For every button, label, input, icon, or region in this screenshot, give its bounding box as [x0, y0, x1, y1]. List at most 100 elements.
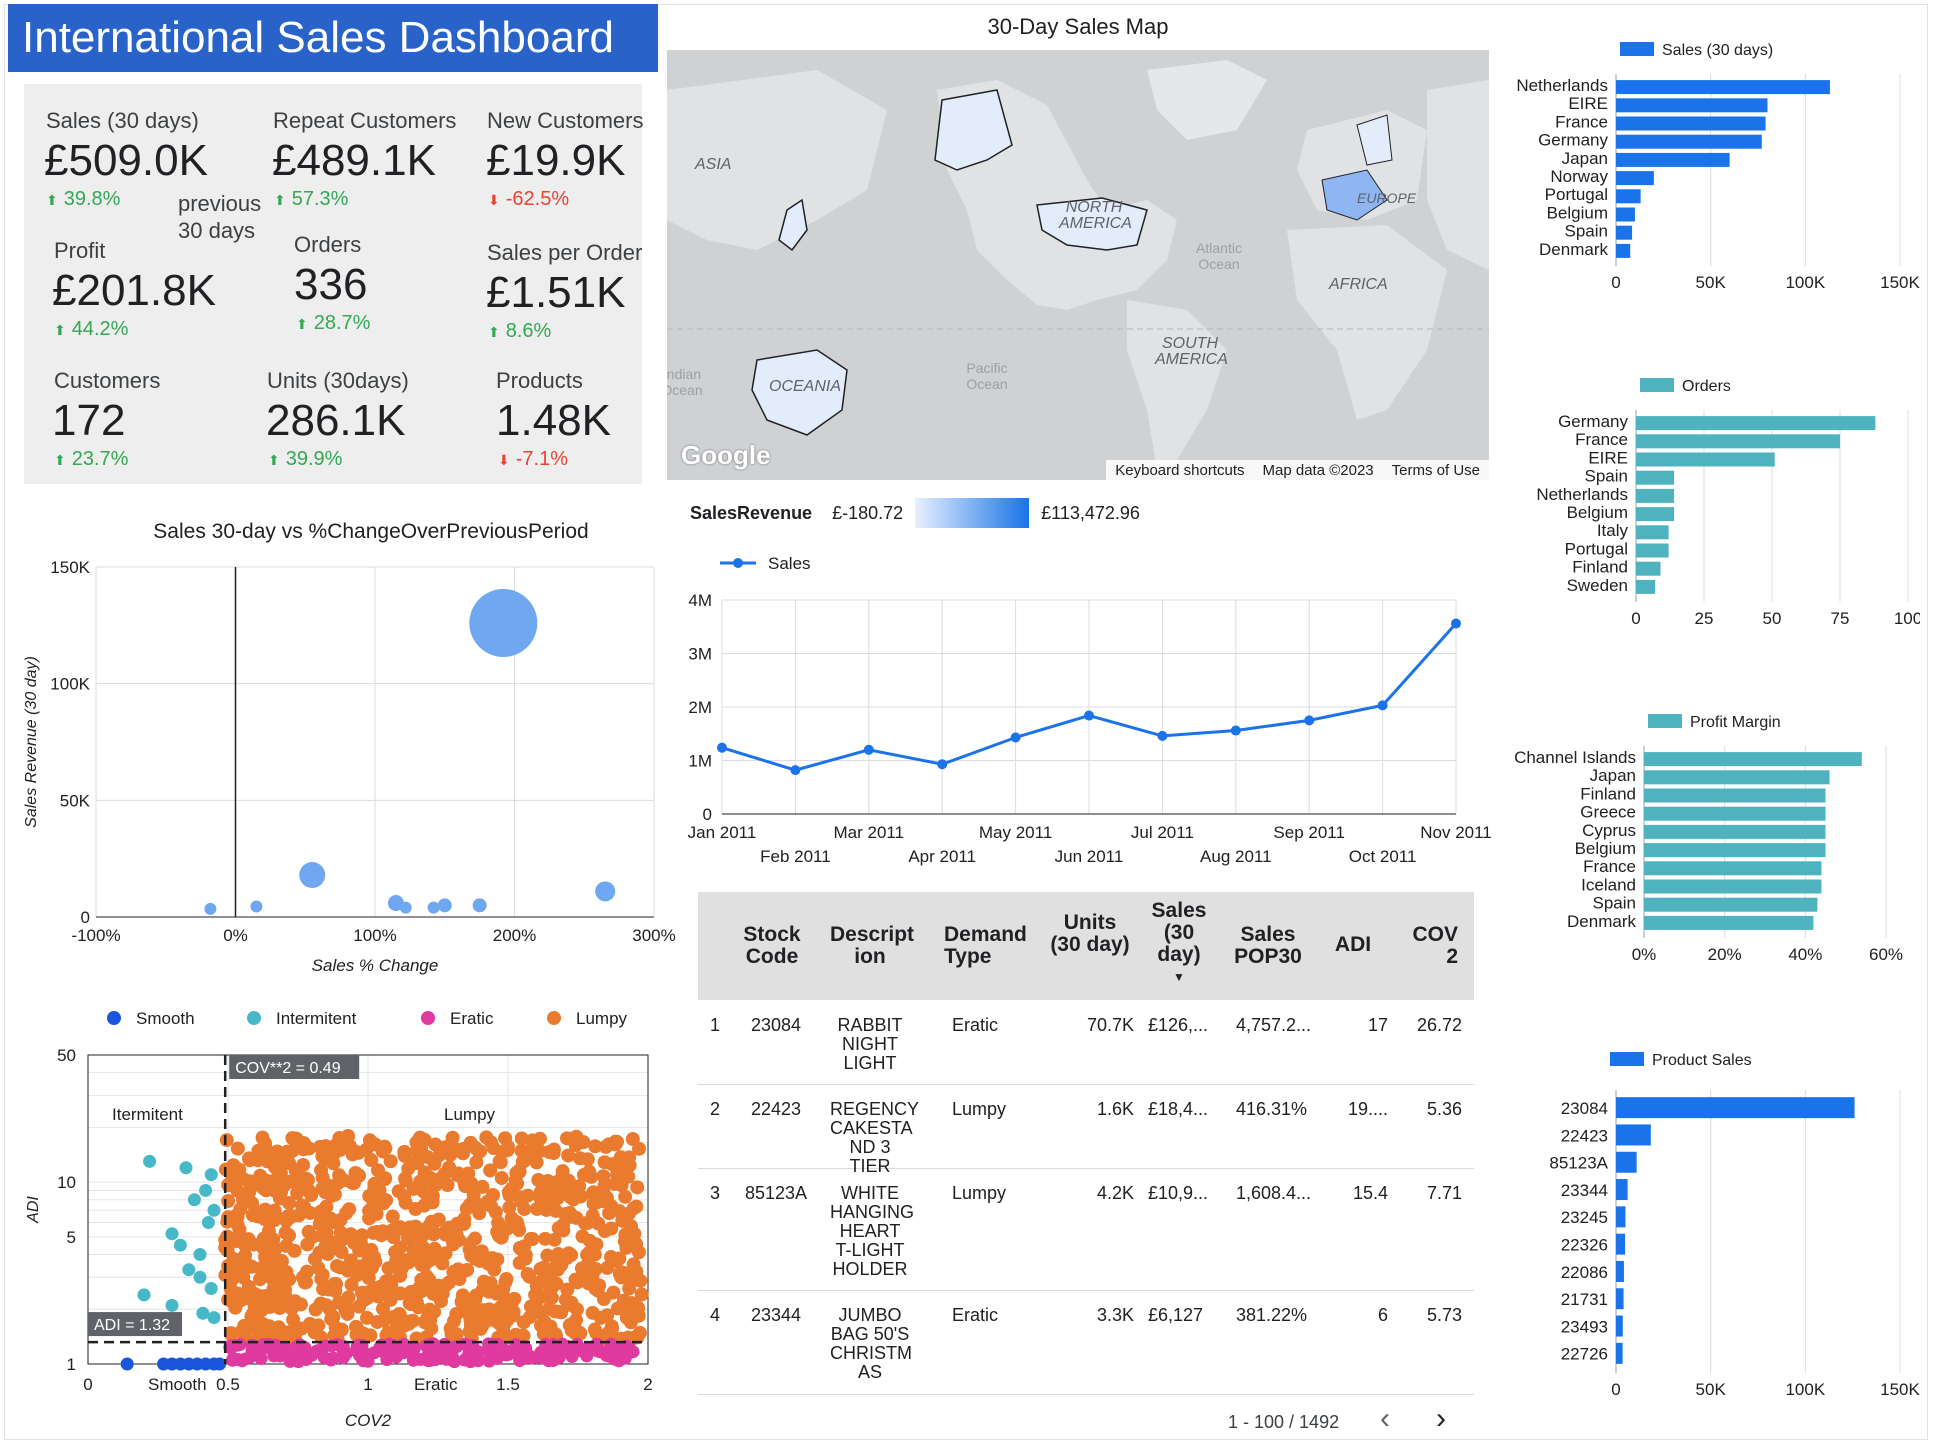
lumpy-point — [417, 1315, 432, 1330]
sales-line-chart[interactable]: Sales 0 1M 2M 3M 4M Jan 2011Feb 2011Mar 2011Ap… — [666, 548, 1506, 878]
lumpy-point — [352, 1243, 367, 1258]
category-label: Denmark — [1567, 912, 1636, 931]
orders-by-country-chart[interactable]: Orders 0 25 50 75 100 GermanyFranceEIRESpainNe… — [1480, 366, 1920, 686]
chevron-right-icon[interactable]: › — [1436, 1402, 1446, 1436]
cell-description: REGENCY CAKESTA ND 3 TIER — [830, 1099, 920, 1176]
col-sales-pop30[interactable]: Sales POP30 — [1228, 924, 1308, 968]
lumpy-point — [332, 1168, 347, 1183]
col-sales[interactable]: Sales (30 day) ▼ — [1144, 900, 1214, 988]
terms-of-use-link[interactable]: Terms of Use — [1383, 460, 1489, 480]
bubble-chart[interactable]: -100% 0% 100% 200% 300% 0 50K 100K 150K Sales % C… — [14, 555, 684, 995]
lumpy-point — [235, 1192, 250, 1207]
line-point — [1084, 710, 1094, 721]
x-axis-title: Sales % Change — [312, 956, 439, 975]
bar — [1644, 752, 1862, 767]
keyboard-shortcuts-link[interactable]: Keyboard shortcuts — [1106, 460, 1253, 480]
lumpy-point — [286, 1312, 301, 1327]
lumpy-point — [632, 1141, 647, 1156]
bar — [1644, 843, 1826, 858]
intermitent-point — [204, 1168, 218, 1182]
cell-stock-code: 85123A — [744, 1183, 808, 1203]
bar — [1616, 134, 1762, 149]
sales-map[interactable]: ASIA NORTH AMERICA EUROPE AFRICA SOUTH A… — [667, 50, 1489, 480]
lumpy-point — [221, 1210, 236, 1225]
x-tick-label: Mar 2011 — [834, 823, 905, 842]
lumpy-point — [351, 1145, 366, 1160]
col-adi[interactable]: ADI — [1328, 934, 1378, 956]
eratic-point — [355, 1338, 369, 1352]
table-row[interactable]: 3 85123A WHITE HANGING HEART T-LIGHT HOLDE… — [698, 1168, 1474, 1291]
x-tick-label: 1 — [363, 1375, 372, 1394]
line-point — [1304, 715, 1315, 726]
lumpy-point — [307, 1325, 322, 1340]
lumpy-point — [220, 1243, 235, 1258]
legend-swatch — [1640, 378, 1674, 392]
col-cov2[interactable]: COV 2 — [1410, 924, 1458, 968]
lumpy-point — [288, 1325, 303, 1340]
lumpy-point — [628, 1299, 643, 1314]
lumpy-point — [532, 1305, 547, 1320]
category-label: Iceland — [1581, 875, 1636, 894]
category-label: EIRE — [1588, 448, 1628, 467]
y-tick-label: 0 — [703, 805, 712, 824]
sales-by-country-chart[interactable]: Sales (30 days) 0 50K 100K 150K NetherlandsEI… — [1480, 30, 1920, 350]
bar — [1644, 788, 1826, 803]
category-label: 22326 — [1561, 1236, 1608, 1255]
legend-label: Intermitent — [276, 1009, 357, 1028]
line-point — [863, 744, 874, 755]
table-row[interactable]: 2 22423 REGENCY CAKESTA ND 3 TIER Lumpy 1.6K… — [698, 1084, 1474, 1176]
lumpy-point — [269, 1174, 284, 1189]
lumpy-point — [370, 1314, 385, 1329]
lumpy-point — [244, 1309, 259, 1324]
category-label: Japan — [1590, 766, 1636, 785]
legend-label: Sales — [768, 554, 811, 573]
lumpy-point — [471, 1144, 486, 1159]
eratic-point — [491, 1338, 505, 1352]
bar — [1636, 470, 1675, 485]
demand-scatter-chart[interactable]: Smooth Intermitent Eratic Lumpy 1 5 10 50 0 0.5 1 1… — [14, 1000, 674, 1440]
lumpy-point — [552, 1181, 567, 1196]
x-tick-label: 100 — [1894, 609, 1920, 628]
category-label: Netherlands — [1536, 485, 1628, 504]
col-description[interactable]: Descript ion — [830, 924, 914, 968]
category-label: Sweden — [1567, 576, 1628, 595]
bar — [1616, 1206, 1626, 1228]
lumpy-point — [324, 1311, 339, 1326]
kpi-change: ⬇ -62.5% — [488, 188, 570, 210]
eratic-point — [565, 1350, 579, 1364]
x-tick-label: 20% — [1708, 945, 1742, 964]
lumpy-point — [221, 1177, 236, 1192]
cell-sales: £10,9... — [1148, 1183, 1209, 1203]
lumpy-point — [383, 1154, 398, 1169]
eratic-point — [317, 1350, 331, 1364]
table-row[interactable]: 4 23344 JUMBO BAG 50'S CHRISTM AS Eratic 3.3… — [698, 1290, 1474, 1395]
category-label: Belgium — [1547, 203, 1608, 222]
table-row[interactable]: 1 23084 RABBIT NIGHT LIGHT Eratic 70.7K £126,… — [698, 1000, 1474, 1085]
y-tick-label: 150K — [50, 558, 90, 577]
x-tick-label: 0 — [1611, 273, 1620, 292]
x-tick-label: 0% — [223, 926, 248, 945]
profit-margin-chart[interactable]: Profit Margin 0% 20% 40% 60% Channel IslandsJ… — [1470, 702, 1920, 1022]
col-stock-code[interactable]: Stock Code — [732, 924, 812, 968]
col-demand-type[interactable]: Demand Type — [944, 924, 1027, 968]
legend-marker — [107, 1011, 121, 1025]
kpi-label: Orders — [294, 232, 362, 257]
category-label: Japan — [1562, 149, 1608, 168]
lumpy-point — [312, 1207, 327, 1222]
lumpy-point — [618, 1159, 633, 1174]
legend-marker — [247, 1011, 261, 1025]
eratic-point — [278, 1342, 292, 1356]
intermitent-point — [137, 1288, 151, 1302]
chevron-left-icon[interactable]: ‹ — [1380, 1402, 1390, 1436]
lumpy-point — [285, 1131, 300, 1146]
category-label: France — [1575, 430, 1628, 449]
y-tick-label: 10 — [57, 1173, 76, 1192]
bar — [1616, 207, 1635, 222]
kpi-label: New Customers — [487, 108, 644, 133]
col-units[interactable]: Units (30 day) — [1050, 912, 1130, 956]
x-tick-label: 300% — [632, 926, 675, 945]
lumpy-point — [407, 1294, 422, 1309]
cell-demand-type: Lumpy — [952, 1183, 1007, 1203]
bar — [1616, 1179, 1628, 1201]
product-sales-chart[interactable]: Product Sales 0 50K 100K 150K 23084 22423 85123… — [1480, 1036, 1920, 1396]
